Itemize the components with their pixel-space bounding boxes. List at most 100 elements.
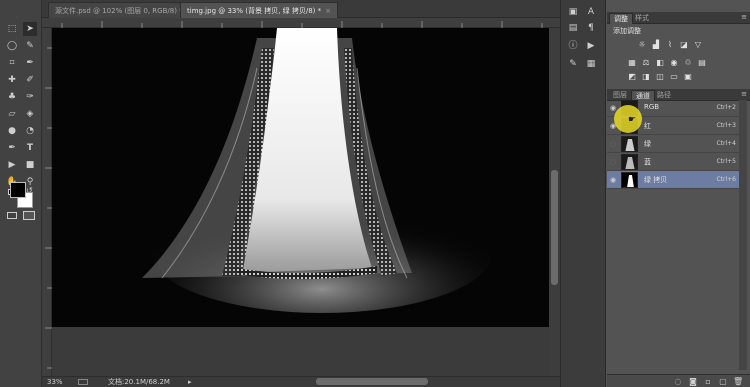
- channel-shortcut: Ctrl+5: [716, 158, 736, 165]
- new-channel-icon[interactable]: ▫: [703, 377, 713, 386]
- adjustments-tabs: 调整 样式 ≡: [607, 12, 750, 24]
- tab-adjustments[interactable]: 调整: [609, 13, 633, 24]
- path-select-tool-icon[interactable]: ▶: [5, 158, 19, 172]
- screen-mode-icon[interactable]: [23, 211, 35, 220]
- document-size: 文档:20.1M/68.2M: [108, 378, 170, 386]
- new-channel-plus-icon[interactable]: ▢: [718, 377, 728, 386]
- channels-footer: ◌ ◙ ▫ ▢ 🗑: [607, 374, 750, 387]
- marquee-tool-icon[interactable]: ⬚: [5, 22, 19, 36]
- curves-icon[interactable]: ⌇: [665, 40, 675, 49]
- invert-icon[interactable]: ◩: [627, 72, 637, 81]
- properties-icon[interactable]: ▤: [567, 22, 579, 34]
- channel-shortcut: Ctrl+3: [716, 122, 736, 129]
- channel-row-green[interactable]: ○ 绿 Ctrl+4: [607, 135, 739, 153]
- history-brush-tool-icon[interactable]: ✑: [23, 90, 37, 104]
- photo-filter-icon[interactable]: ◉: [669, 58, 679, 67]
- levels-icon[interactable]: ▟: [651, 40, 661, 49]
- close-icon[interactable]: ×: [325, 7, 331, 15]
- rectangle-tool-icon[interactable]: ■: [23, 158, 37, 172]
- lasso-tool-icon[interactable]: ◯: [5, 39, 19, 53]
- paint-bucket-tool-icon[interactable]: ◈: [23, 107, 37, 121]
- zoom-level[interactable]: 33%: [47, 377, 63, 387]
- vibrance-icon[interactable]: ▽: [693, 40, 703, 49]
- color-lookup-icon[interactable]: ▤: [697, 58, 707, 67]
- tools-panel: ⬚ ➤ ◯ ✎ ⌗ ✒ ✚ ✐ ♣ ✑ ▱ ◈ ● ◔ ✒ T ▶ ■ ✋ ⚲ …: [0, 0, 42, 387]
- brush-tool-icon[interactable]: ✐: [23, 73, 37, 87]
- character-icon[interactable]: A: [585, 6, 597, 18]
- panel-menu-icon[interactable]: ≡: [741, 13, 747, 21]
- channel-thumbnail: [621, 154, 638, 170]
- tab-styles[interactable]: 样式: [631, 13, 653, 24]
- swatches-icon[interactable]: ▦: [585, 58, 597, 70]
- eye-icon[interactable]: ○: [609, 158, 617, 166]
- gradient-map-icon[interactable]: ▭: [669, 72, 679, 81]
- export-icon[interactable]: [78, 379, 88, 385]
- channel-shortcut: Ctrl+6: [716, 176, 736, 183]
- exposure-icon[interactable]: ◪: [679, 40, 689, 49]
- pointer-cursor-icon: ☛: [628, 115, 637, 125]
- channel-row-blue[interactable]: ○ 蓝 Ctrl+5: [607, 153, 739, 171]
- right-panel: 调整 样式 ≡ 添加调整 ☼ ▟ ⌇ ◪ ▽ ▦ ⚖ ◧ ◉ ♲ ▤ ◩ ◨ ◫…: [607, 0, 750, 387]
- channel-name: 蓝: [644, 158, 651, 166]
- dodge-tool-icon[interactable]: ◔: [23, 124, 37, 138]
- healing-brush-tool-icon[interactable]: ✚: [5, 73, 19, 87]
- channel-row-green-copy[interactable]: ◉ 绿 拷贝 Ctrl+6: [607, 171, 739, 189]
- channel-mixer-icon[interactable]: ♲: [683, 58, 693, 67]
- clone-stamp-tool-icon[interactable]: ♣: [5, 90, 19, 104]
- hue-saturation-icon[interactable]: ▦: [627, 58, 637, 67]
- quick-mask-icon[interactable]: [7, 212, 17, 219]
- crop-tool-icon[interactable]: ⌗: [5, 56, 19, 70]
- foreground-color-swatch[interactable]: [10, 182, 26, 198]
- channel-image: [142, 28, 492, 313]
- channel-shortcut: Ctrl+2: [716, 104, 736, 111]
- status-bar: 33% 文档:20.1M/68.2M ▸: [42, 376, 560, 387]
- pasteboard: [52, 327, 549, 376]
- paragraph-icon[interactable]: ¶: [585, 22, 597, 34]
- channel-thumbnail: [621, 172, 638, 188]
- brightness-contrast-icon[interactable]: ☼: [637, 40, 647, 49]
- trash-icon[interactable]: 🗑: [733, 377, 743, 386]
- eye-icon[interactable]: ◉: [609, 176, 617, 184]
- channel-thumbnail: [621, 136, 638, 152]
- move-tool-icon[interactable]: ➤: [23, 22, 37, 36]
- document-tabs: 源文件.psd @ 102% (图层 0, RGB/8) *× timg.jpg…: [42, 0, 560, 18]
- adjustments-title: 添加调整: [613, 27, 641, 35]
- channels-scrollbar[interactable]: [739, 100, 747, 370]
- save-selection-icon[interactable]: ◙: [688, 377, 698, 386]
- tab-timg-jpg[interactable]: timg.jpg @ 33% (背景 拷贝, 绿 拷贝/8) * ×: [180, 2, 339, 18]
- brush-presets-icon[interactable]: ✎: [567, 58, 579, 70]
- threshold-icon[interactable]: ◫: [655, 72, 665, 81]
- history-icon[interactable]: ▣: [567, 6, 579, 18]
- horizontal-scroll-thumb[interactable]: [316, 378, 428, 385]
- panel-dock: ▣ ▤ ⓘ ✎ A ¶ ▶ ▦: [560, 0, 606, 387]
- color-balance-icon[interactable]: ⚖: [641, 58, 651, 67]
- eye-icon[interactable]: ○: [609, 140, 617, 148]
- panel-menu-icon[interactable]: ≡: [741, 90, 747, 98]
- channel-name: RGB: [644, 103, 660, 111]
- quick-select-tool-icon[interactable]: ✎: [23, 39, 37, 53]
- pen-tool-icon[interactable]: ✒: [5, 141, 19, 155]
- type-tool-icon[interactable]: T: [23, 141, 37, 155]
- load-selection-icon[interactable]: ◌: [673, 377, 683, 386]
- channel-name: 绿 拷贝: [644, 176, 668, 184]
- blur-tool-icon[interactable]: ●: [5, 124, 19, 138]
- vertical-scroll-thumb[interactable]: [551, 170, 558, 285]
- tab-label: timg.jpg @ 33% (背景 拷贝, 绿 拷贝/8) *: [187, 7, 322, 15]
- tab-label: 源文件.psd @ 102% (图层 0, RGB/8) *: [55, 7, 183, 15]
- status-menu-arrow-icon[interactable]: ▸: [188, 377, 192, 387]
- tab-source-psd[interactable]: 源文件.psd @ 102% (图层 0, RGB/8) *×: [48, 2, 200, 18]
- info-icon[interactable]: ⓘ: [567, 40, 579, 52]
- selective-color-icon[interactable]: ▣: [683, 72, 693, 81]
- eyedropper-tool-icon[interactable]: ✒: [23, 56, 37, 70]
- vertical-ruler: [42, 28, 52, 376]
- photoshop-window: ⬚ ➤ ◯ ✎ ⌗ ✒ ✚ ✐ ♣ ✑ ▱ ◈ ● ◔ ✒ T ▶ ■ ✋ ⚲ …: [0, 0, 750, 387]
- channel-shortcut: Ctrl+4: [716, 140, 736, 147]
- eraser-tool-icon[interactable]: ▱: [5, 107, 19, 121]
- actions-icon[interactable]: ▶: [585, 40, 597, 52]
- black-white-icon[interactable]: ◧: [655, 58, 665, 67]
- document-canvas[interactable]: [52, 28, 549, 327]
- channel-name: 红: [644, 122, 651, 130]
- channel-name: 绿: [644, 140, 651, 148]
- posterize-icon[interactable]: ◨: [641, 72, 651, 81]
- horizontal-ruler: [42, 18, 560, 28]
